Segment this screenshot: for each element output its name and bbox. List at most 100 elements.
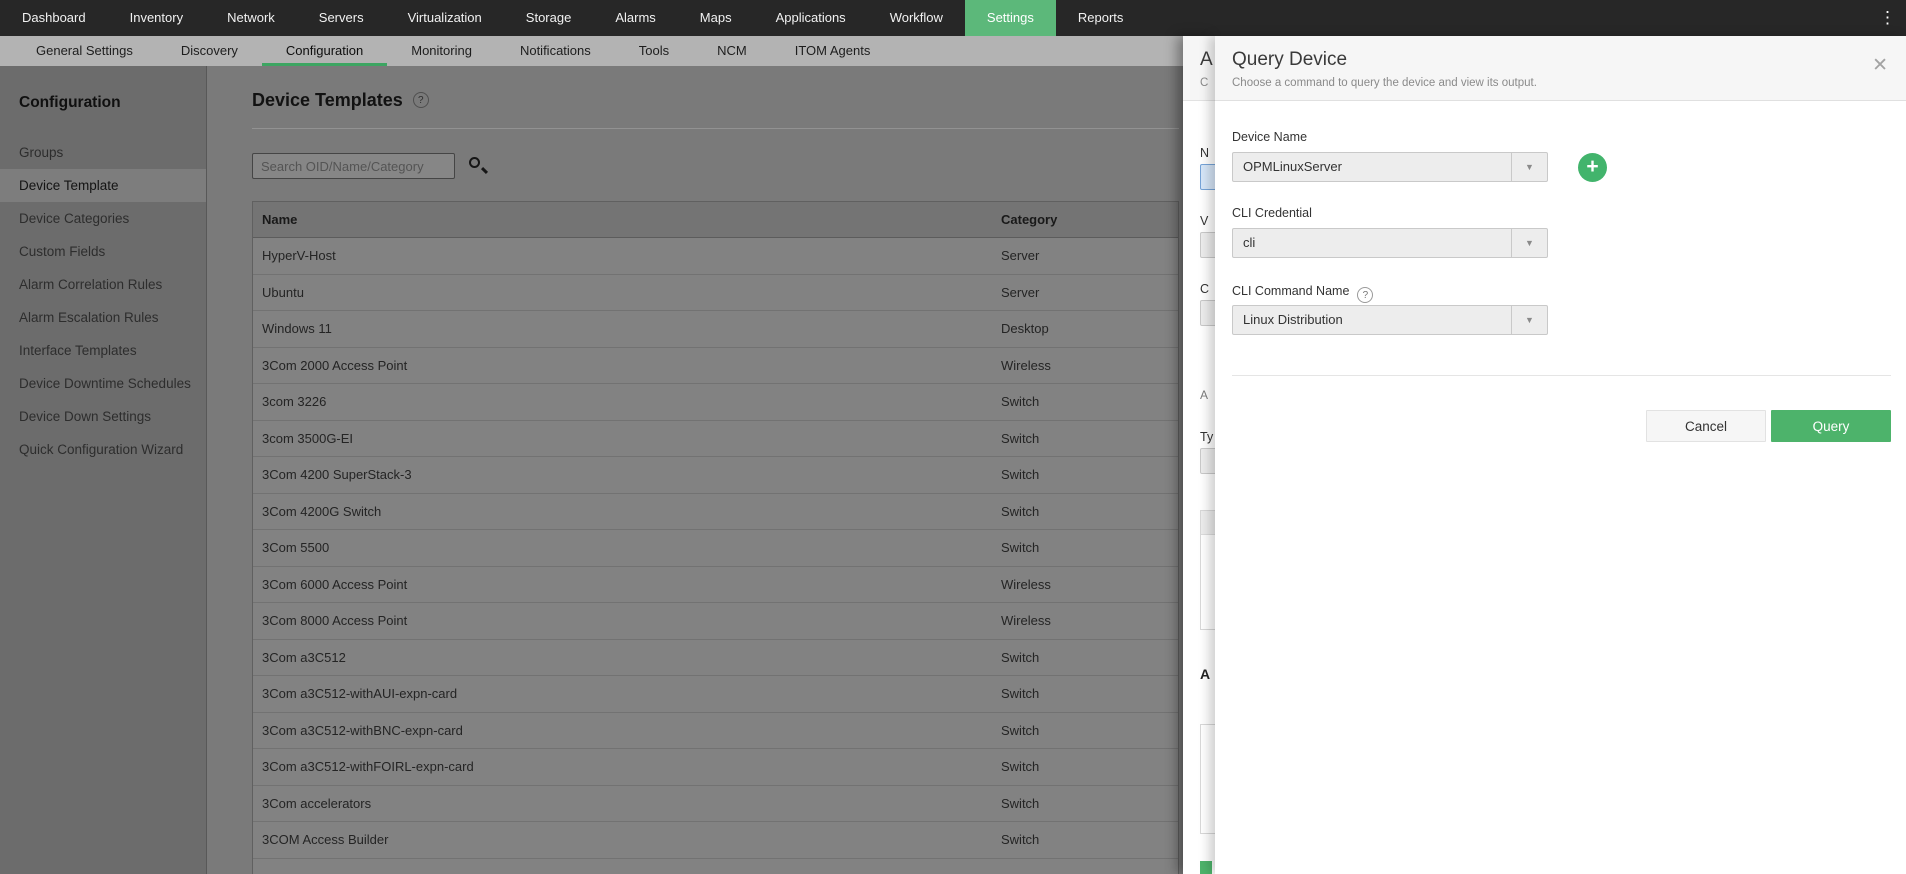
- hidden-field-label-fragment: V: [1200, 214, 1209, 228]
- cell-name: Ubuntu: [262, 284, 304, 300]
- sidebar-item-device-down-settings[interactable]: Device Down Settings: [0, 400, 206, 433]
- cell-category: Switch: [1001, 722, 1040, 738]
- sidebar-item-device-template[interactable]: Device Template: [0, 169, 206, 202]
- close-icon[interactable]: ✕: [1872, 56, 1888, 75]
- settings-subnav: General Settings Discovery Configuration Mo…: [0, 36, 1183, 66]
- query-button[interactable]: Query: [1771, 410, 1891, 442]
- chevron-down-icon: ▼: [1511, 306, 1547, 334]
- sidebar-item-device-downtime-schedules[interactable]: Device Downtime Schedules: [0, 367, 206, 400]
- table-row-ubuntu[interactable]: Ubuntu Server: [253, 274, 1178, 311]
- cli-command-value: Linux Distribution: [1243, 312, 1343, 327]
- topnav-item-servers[interactable]: Servers: [297, 0, 386, 36]
- subnav-item-notifications[interactable]: Notifications: [496, 36, 615, 66]
- subnav-item-discovery[interactable]: Discovery: [157, 36, 262, 66]
- hidden-input-fragment[interactable]: [1200, 300, 1215, 326]
- sidebar-item-interface-templates[interactable]: Interface Templates: [0, 334, 206, 367]
- hidden-input-fragment[interactable]: [1200, 232, 1215, 258]
- cli-command-dropdown[interactable]: Linux Distribution ▼: [1232, 305, 1548, 335]
- configuration-sidebar: Configuration Groups Device Template Devic…: [0, 66, 207, 874]
- kebab-menu-icon[interactable]: ⋮: [1869, 0, 1906, 36]
- subnav-item-general-settings[interactable]: General Settings: [12, 36, 157, 66]
- topnav-items: Dashboard Inventory Network Servers Virtuali…: [0, 0, 1145, 36]
- subnav-item-itom-agents[interactable]: ITOM Agents: [771, 36, 895, 66]
- table-row-3com-8000-access-point[interactable]: 3Com 8000 Access Point Wireless: [253, 603, 1178, 640]
- table-row-3com-a3c512-withaui-expn-card[interactable]: 3Com a3C512-withAUI-expn-card Switch: [253, 676, 1178, 713]
- topnav-item-virtualization[interactable]: Virtualization: [386, 0, 504, 36]
- cell-name: 3Com a3C512-withFOIRL-expn-card: [262, 759, 474, 774]
- sidebar-item-custom-fields[interactable]: Custom Fields: [0, 235, 206, 268]
- table-row-hyperv-host[interactable]: HyperV-Host Server: [253, 238, 1178, 275]
- subnav-item-monitoring[interactable]: Monitoring: [387, 36, 496, 66]
- table-row-3com-access-builder[interactable]: 3COM Access Builder Switch: [253, 822, 1178, 859]
- table-row-3com-2000-access-point[interactable]: 3Com 2000 Access Point Wireless: [253, 347, 1178, 384]
- table-row-3com-a3c512-withbnc-expn-card[interactable]: 3Com a3C512-withBNC-expn-card Switch: [253, 712, 1178, 749]
- help-icon[interactable]: ?: [1357, 287, 1374, 303]
- cell-name: 3Com 2000 Access Point: [262, 357, 408, 373]
- sidebar-item-alarm-escalation-rules[interactable]: Alarm Escalation Rules: [0, 301, 206, 334]
- cell-category: Wireless: [1001, 613, 1051, 628]
- device-name-dropdown[interactable]: OPMLinuxServer ▼: [1232, 152, 1548, 182]
- topnav-item-maps[interactable]: Maps: [678, 0, 754, 36]
- hidden-section-label-fragment: A: [1200, 388, 1209, 402]
- hidden-input-fragment[interactable]: [1200, 448, 1215, 474]
- table-row-windows-11[interactable]: Windows 11 Desktop: [253, 311, 1178, 348]
- hidden-panel-green-button-fragment[interactable]: [1200, 861, 1212, 874]
- search-input[interactable]: [252, 153, 455, 179]
- cell-name: 3Com 4200G Switch: [262, 503, 382, 519]
- cell-name: 3Com accelerators: [262, 795, 372, 811]
- cell-name: Windows 11: [262, 321, 332, 336]
- topnav-item-inventory[interactable]: Inventory: [108, 0, 205, 36]
- search-icon[interactable]: [468, 155, 489, 177]
- cell-category: Switch: [1001, 540, 1040, 555]
- table-row-3com-3500g-ei[interactable]: 3com 3500G-EI Switch: [253, 420, 1178, 457]
- dimmed-page-area: Configuration Groups Device Template Devic…: [0, 66, 1183, 874]
- hidden-panel-sliver: A C N V C A Ty A: [1183, 36, 1215, 874]
- cell-name: 3com 3226: [262, 394, 327, 409]
- table-row-3com-6000-access-point[interactable]: 3Com 6000 Access Point Wireless: [253, 566, 1178, 603]
- cancel-button[interactable]: Cancel: [1646, 410, 1766, 442]
- topnav-item-settings[interactable]: Settings: [964, 0, 1056, 36]
- cell-name: 3Com a3C512-withBNC-expn-card: [262, 722, 463, 738]
- table-row-3com-accelerators[interactable]: 3Com accelerators Switch: [253, 785, 1178, 822]
- subnav-item-ncm[interactable]: NCM: [693, 36, 771, 66]
- topnav-item-applications[interactable]: Applications: [754, 0, 868, 36]
- sidebar-item-groups[interactable]: Groups: [0, 136, 206, 169]
- cli-credential-label: CLI Credential: [1232, 206, 1312, 220]
- table-row-3com-5500[interactable]: 3Com 5500 Switch: [253, 530, 1178, 567]
- device-name-label: Device Name: [1232, 130, 1308, 144]
- table-row-partial[interactable]: [253, 858, 1178, 874]
- drawer-subtitle: Choose a command to query the device and…: [1232, 77, 1537, 89]
- hidden-box-fragment: [1200, 724, 1215, 834]
- table-row-3com-3226[interactable]: 3com 3226 Switch: [253, 384, 1178, 421]
- add-device-button[interactable]: +: [1578, 152, 1607, 182]
- sidebar-item-alarm-correlation-rules[interactable]: Alarm Correlation Rules: [0, 268, 206, 301]
- table-row-3com-4200g-switch[interactable]: 3Com 4200G Switch Switch: [253, 493, 1178, 530]
- cli-credential-dropdown[interactable]: cli ▼: [1232, 228, 1548, 258]
- topnav-item-network[interactable]: Network: [205, 0, 297, 36]
- topnav-item-workflow[interactable]: Workflow: [868, 0, 965, 36]
- subnav-item-tools[interactable]: Tools: [615, 36, 693, 66]
- topnav-item-alarms[interactable]: Alarms: [593, 0, 677, 36]
- sidebar-item-device-categories[interactable]: Device Categories: [0, 202, 206, 235]
- cli-credential-value: cli: [1243, 235, 1256, 250]
- query-device-drawer: Query Device Choose a command to query t…: [1215, 36, 1906, 874]
- hidden-field-label-fragment: N: [1200, 146, 1210, 160]
- cell-name: 3Com a3C512: [262, 649, 346, 665]
- topnav-item-storage[interactable]: Storage: [504, 0, 594, 36]
- sidebar-item-quick-configuration-wizard[interactable]: Quick Configuration Wizard: [0, 433, 206, 466]
- help-icon[interactable]: ?: [412, 92, 429, 108]
- sidebar-title: Configuration: [19, 94, 121, 111]
- subnav-item-configuration[interactable]: Configuration: [261, 36, 388, 66]
- chevron-down-icon: ▼: [1511, 229, 1547, 257]
- cell-name: 3Com 4200 SuperStack-3: [262, 467, 412, 482]
- cell-name: 3Com 5500: [262, 540, 330, 555]
- table-row-3com-a3c512-withfoirl-expn-card[interactable]: 3Com a3C512-withFOIRL-expn-card Switch: [253, 749, 1178, 786]
- cell-name: 3COM Access Builder: [262, 832, 389, 847]
- topnav-item-reports[interactable]: Reports: [1056, 0, 1146, 36]
- topnav-item-dashboard[interactable]: Dashboard: [0, 0, 108, 36]
- cell-category: Switch: [1001, 795, 1040, 811]
- hidden-listbox-fragment: [1200, 510, 1215, 630]
- table-row-3com-4200-superstack-3[interactable]: 3Com 4200 SuperStack-3 Switch: [253, 457, 1178, 494]
- table-row-3com-a3c512[interactable]: 3Com a3C512 Switch: [253, 639, 1178, 676]
- hidden-focused-input-fragment[interactable]: [1200, 164, 1215, 190]
